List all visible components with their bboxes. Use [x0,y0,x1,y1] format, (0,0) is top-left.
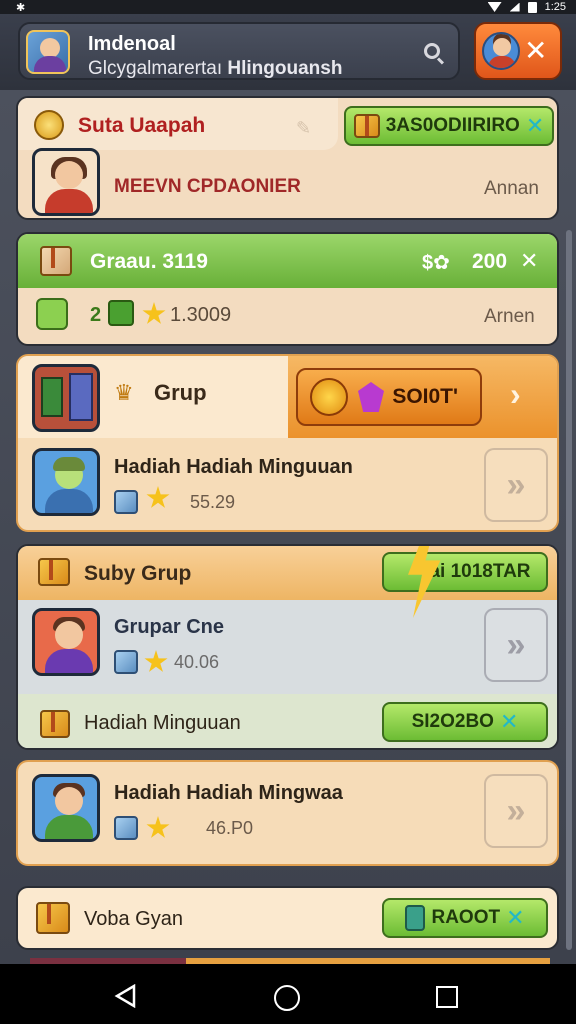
gift-icon [40,710,70,738]
sub-grup-card[interactable]: Suby Grup ai 1018TAR Grupar Cne 40.06 » … [16,544,559,750]
sub-grup-action-button[interactable]: ai 1018TAR [382,552,548,592]
profile-name: MEEVN CPDAONIER [114,176,301,197]
profile-close-button[interactable]: ✕ [474,22,562,80]
trophy-icon: ♛ [114,380,134,405]
sub-grup-item-title: Grupar Cne [114,616,225,638]
cube-icon [114,490,138,514]
clock: 1:25 [544,1,566,13]
cube-icon [114,650,138,674]
star-icon [142,302,166,324]
subtitle-plain: Glcygalmarertaı [88,58,223,79]
grup-item-value: 55.29 [190,492,236,512]
stat-count: 2 [90,304,102,326]
grup-item-chevron-button[interactable]: » [484,448,548,522]
sub-grup-chevron-button[interactable]: » [484,608,548,682]
reward-value: 200 [472,250,508,273]
weekly-item-title: Hadiah Hadiah Mingwaa [114,782,343,804]
gem-icon [358,382,384,412]
signal-icon [509,2,520,12]
reward-portrait [32,448,100,516]
item-icon [36,298,68,330]
sub-grup-reward-title: Hadiah Minguuan [84,712,241,734]
profile-card: Suta Uaapah ✎ 3AS0ODIIRIRO ✕ MEEVN CPDAO… [16,96,559,220]
bottom-card[interactable]: Voba Gyan RAOOT ✕ [16,886,559,950]
star-icon [146,816,170,838]
grup-portrait [32,364,100,432]
avatar[interactable] [482,32,520,70]
grup-action-label: SOI0T' [392,385,458,408]
stats-card[interactable]: Graau. 3119 $✿ 200 ✕ 2 1.3009 Arnen [16,232,559,346]
sub-grup-item-value: 40.06 [174,652,220,672]
bottom-action-button[interactable]: RAOOT ✕ [382,898,548,938]
weekly-chevron-button[interactable]: » [484,774,548,848]
stats-right-text: Arnen [484,306,535,327]
cube-icon [114,816,138,840]
app-subtitle: Glcygalmarertaı Hlingouansh [88,58,342,80]
key-icon [405,905,426,931]
reward-bundle-icon [146,486,170,515]
sub-grup-title: Suby Grup [84,562,192,585]
coin-icon [34,110,64,140]
wifi-icon [487,2,502,12]
chevron-right-icon[interactable]: › [510,376,521,413]
close-icon[interactable]: ✕ [520,248,538,274]
group-list[interactable]: Suta Uaapah ✎ 3AS0ODIIRIRO ✕ MEEVN CPDAO… [0,90,576,964]
plant-icon [108,300,134,326]
grup-card[interactable]: ♛ Grup SOI0T' › Hadiah Hadiah Minguuan 5… [16,354,559,532]
app-title: Imdenoal [88,33,176,55]
scrollbar[interactable] [566,230,572,950]
crate-icon [353,114,380,138]
grup-title: Grup [154,380,207,405]
profile-portrait [32,148,100,216]
sub-grup-reward-label: SI2O2BO [411,711,494,732]
sub-grup-reward-button[interactable]: SI2O2BO ✕ [382,702,548,742]
bolt-coin-icon [310,378,348,416]
reward-icon: $✿ [422,252,450,274]
profile-action-button[interactable]: 3AS0ODIIRIRO ✕ [344,106,554,146]
subtitle-bold: Hlingouansh [227,58,343,79]
weekly-portrait [32,774,100,842]
profile-action-label: 3AS0ODIIRIRO [385,115,520,136]
status-bar: ✱ 1:25 [0,0,576,14]
profile-right-text: Annan [484,178,539,199]
close-icon[interactable]: ✕ [524,36,547,66]
notification-icon: ✱ [16,2,26,14]
crate-icon [40,246,72,281]
nav-bar [0,964,576,1024]
app-avatar-icon [26,30,70,74]
gem-icon: ✕ [525,113,545,138]
profile-card-title: Suta Uaapah [78,114,206,137]
sub-grup-portrait [32,608,100,676]
gem-icon: ✕ [506,905,525,930]
recents-button[interactable] [436,986,458,1008]
battery-icon [527,1,537,13]
edit-icon[interactable]: ✎ [296,118,311,139]
star-icon [144,650,168,672]
top-bar: Imdenoal Glcygalmarertaı Hlingouansh ✕ [0,14,576,90]
stats-card-title: Graau. 3119 [90,250,208,273]
crate-icon [38,558,70,586]
grup-item-title: Hadiah Hadiah Minguuan [114,456,353,478]
search-icon[interactable] [422,41,446,65]
bottom-card-title: Voba Gyan [84,908,183,930]
weekly-card[interactable]: Hadiah Hadiah Mingwaa 46.P0 » [16,760,559,866]
weekly-item-value: 46.P0 [206,818,254,838]
home-button[interactable] [274,985,300,1011]
back-button[interactable] [114,983,138,1009]
grup-action-button[interactable]: SOI0T' [296,368,482,426]
bottom-action-label: RAOOT [431,907,501,928]
gem-icon: ✕ [499,709,519,734]
crate-icon [36,902,70,934]
search-panel[interactable]: Imdenoal Glcygalmarertaı Hlingouansh [18,22,460,80]
stat-value: 1.3009 [170,304,232,326]
